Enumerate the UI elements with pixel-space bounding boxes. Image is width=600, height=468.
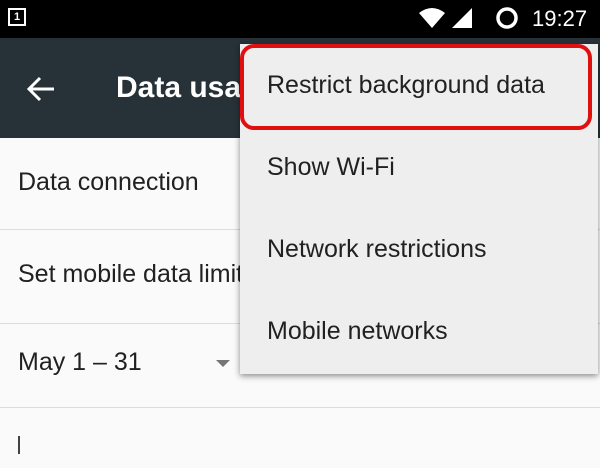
menu-item-restrict-background-data[interactable]: Restrict background data [240, 44, 598, 126]
menu-item-mobile-networks[interactable]: Mobile networks [240, 290, 598, 372]
menu-item-label: Restrict background data [267, 71, 545, 99]
usage-chart-area [0, 408, 600, 468]
menu-item-label: Mobile networks [267, 317, 448, 345]
chart-marker [18, 436, 20, 454]
chevron-down-icon[interactable] [216, 360, 230, 367]
overflow-menu: Restrict background data Show Wi-Fi Netw… [240, 44, 598, 374]
status-bar: 1 19:27 [0, 0, 600, 38]
menu-item-show-wifi[interactable]: Show Wi-Fi [240, 126, 598, 208]
menu-item-label: Network restrictions [267, 235, 487, 263]
menu-item-label: Show Wi-Fi [267, 153, 395, 181]
mobile-data-limit-label: Set mobile data limit [18, 260, 244, 288]
data-connection-label: Data connection [18, 168, 199, 196]
sync-icon [496, 7, 518, 29]
status-time: 19:27 [532, 6, 588, 31]
menu-item-network-restrictions[interactable]: Network restrictions [240, 208, 598, 290]
notification-icon: 1 [8, 8, 26, 26]
signal-icon [452, 8, 472, 28]
wifi-icon [419, 8, 445, 28]
back-arrow-icon[interactable] [24, 72, 58, 106]
usage-cycle-label: May 1 – 31 [18, 348, 142, 376]
